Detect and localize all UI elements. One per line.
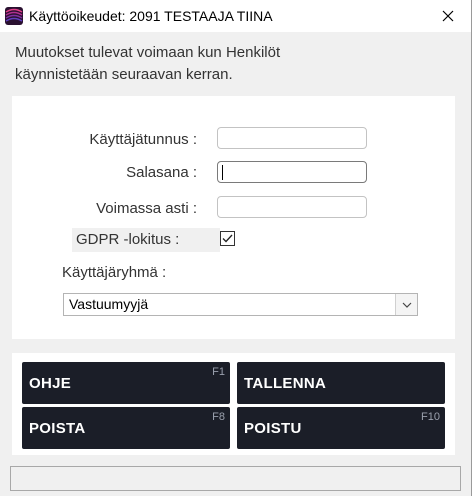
title-bar[interactable]: Käyttöoikeudet: 2091 TESTAAJA TIINA xyxy=(0,0,471,32)
window-title: Käyttöoikeudet: 2091 TESTAAJA TIINA xyxy=(29,8,273,24)
username-label: Käyttäjätunnus : xyxy=(89,131,197,148)
notice-line-2: käynnistetään seuraavan kerran. xyxy=(15,66,233,83)
close-button[interactable] xyxy=(425,0,471,32)
help-button-label: OHJE xyxy=(29,375,72,392)
dropdown-arrow-button[interactable] xyxy=(395,294,417,315)
password-field[interactable] xyxy=(217,161,367,183)
save-button-label: TALLENNA xyxy=(244,375,327,392)
valid-until-field[interactable] xyxy=(217,196,367,218)
user-group-label: Käyttäjäryhmä : xyxy=(62,264,167,281)
close-icon xyxy=(442,10,454,22)
status-bar xyxy=(10,466,461,491)
help-button[interactable]: OHJE F1 xyxy=(22,362,230,404)
delete-button[interactable]: POISTA F8 xyxy=(22,407,230,449)
valid-until-label: Voimassa asti : xyxy=(96,200,197,217)
app-logo-icon xyxy=(5,7,23,25)
gdpr-label: GDPR -lokitus : xyxy=(76,231,180,248)
restart-notice: Muutokset tulevat voimaan kun Henkilöt k… xyxy=(15,42,455,86)
checkmark-icon xyxy=(222,234,233,243)
user-group-select[interactable]: Vastuumyyjä xyxy=(63,293,418,316)
notice-line-1: Muutokset tulevat voimaan kun Henkilöt xyxy=(15,44,281,61)
password-label: Salasana : xyxy=(126,164,197,181)
chevron-down-icon xyxy=(402,302,411,308)
gdpr-row: GDPR -lokitus : xyxy=(72,228,220,252)
help-shortcut: F1 xyxy=(212,366,225,378)
button-area: OHJE F1 TALLENNA POISTA F8 POISTU F10 xyxy=(12,353,455,455)
dialog-window: Käyttöoikeudet: 2091 TESTAAJA TIINA Muut… xyxy=(0,0,472,496)
exit-shortcut: F10 xyxy=(421,411,440,423)
delete-button-label: POISTA xyxy=(29,420,86,437)
text-caret xyxy=(222,165,223,180)
form-panel: Käyttäjätunnus : Salasana : Voimassa ast… xyxy=(12,96,455,339)
exit-button[interactable]: POISTU F10 xyxy=(237,407,445,449)
save-button[interactable]: TALLENNA xyxy=(237,362,445,404)
username-field[interactable] xyxy=(217,127,367,149)
user-group-value: Vastuumyyjä xyxy=(69,296,149,312)
gdpr-checkbox[interactable] xyxy=(220,231,235,246)
delete-shortcut: F8 xyxy=(212,411,225,423)
exit-button-label: POISTU xyxy=(244,420,302,437)
